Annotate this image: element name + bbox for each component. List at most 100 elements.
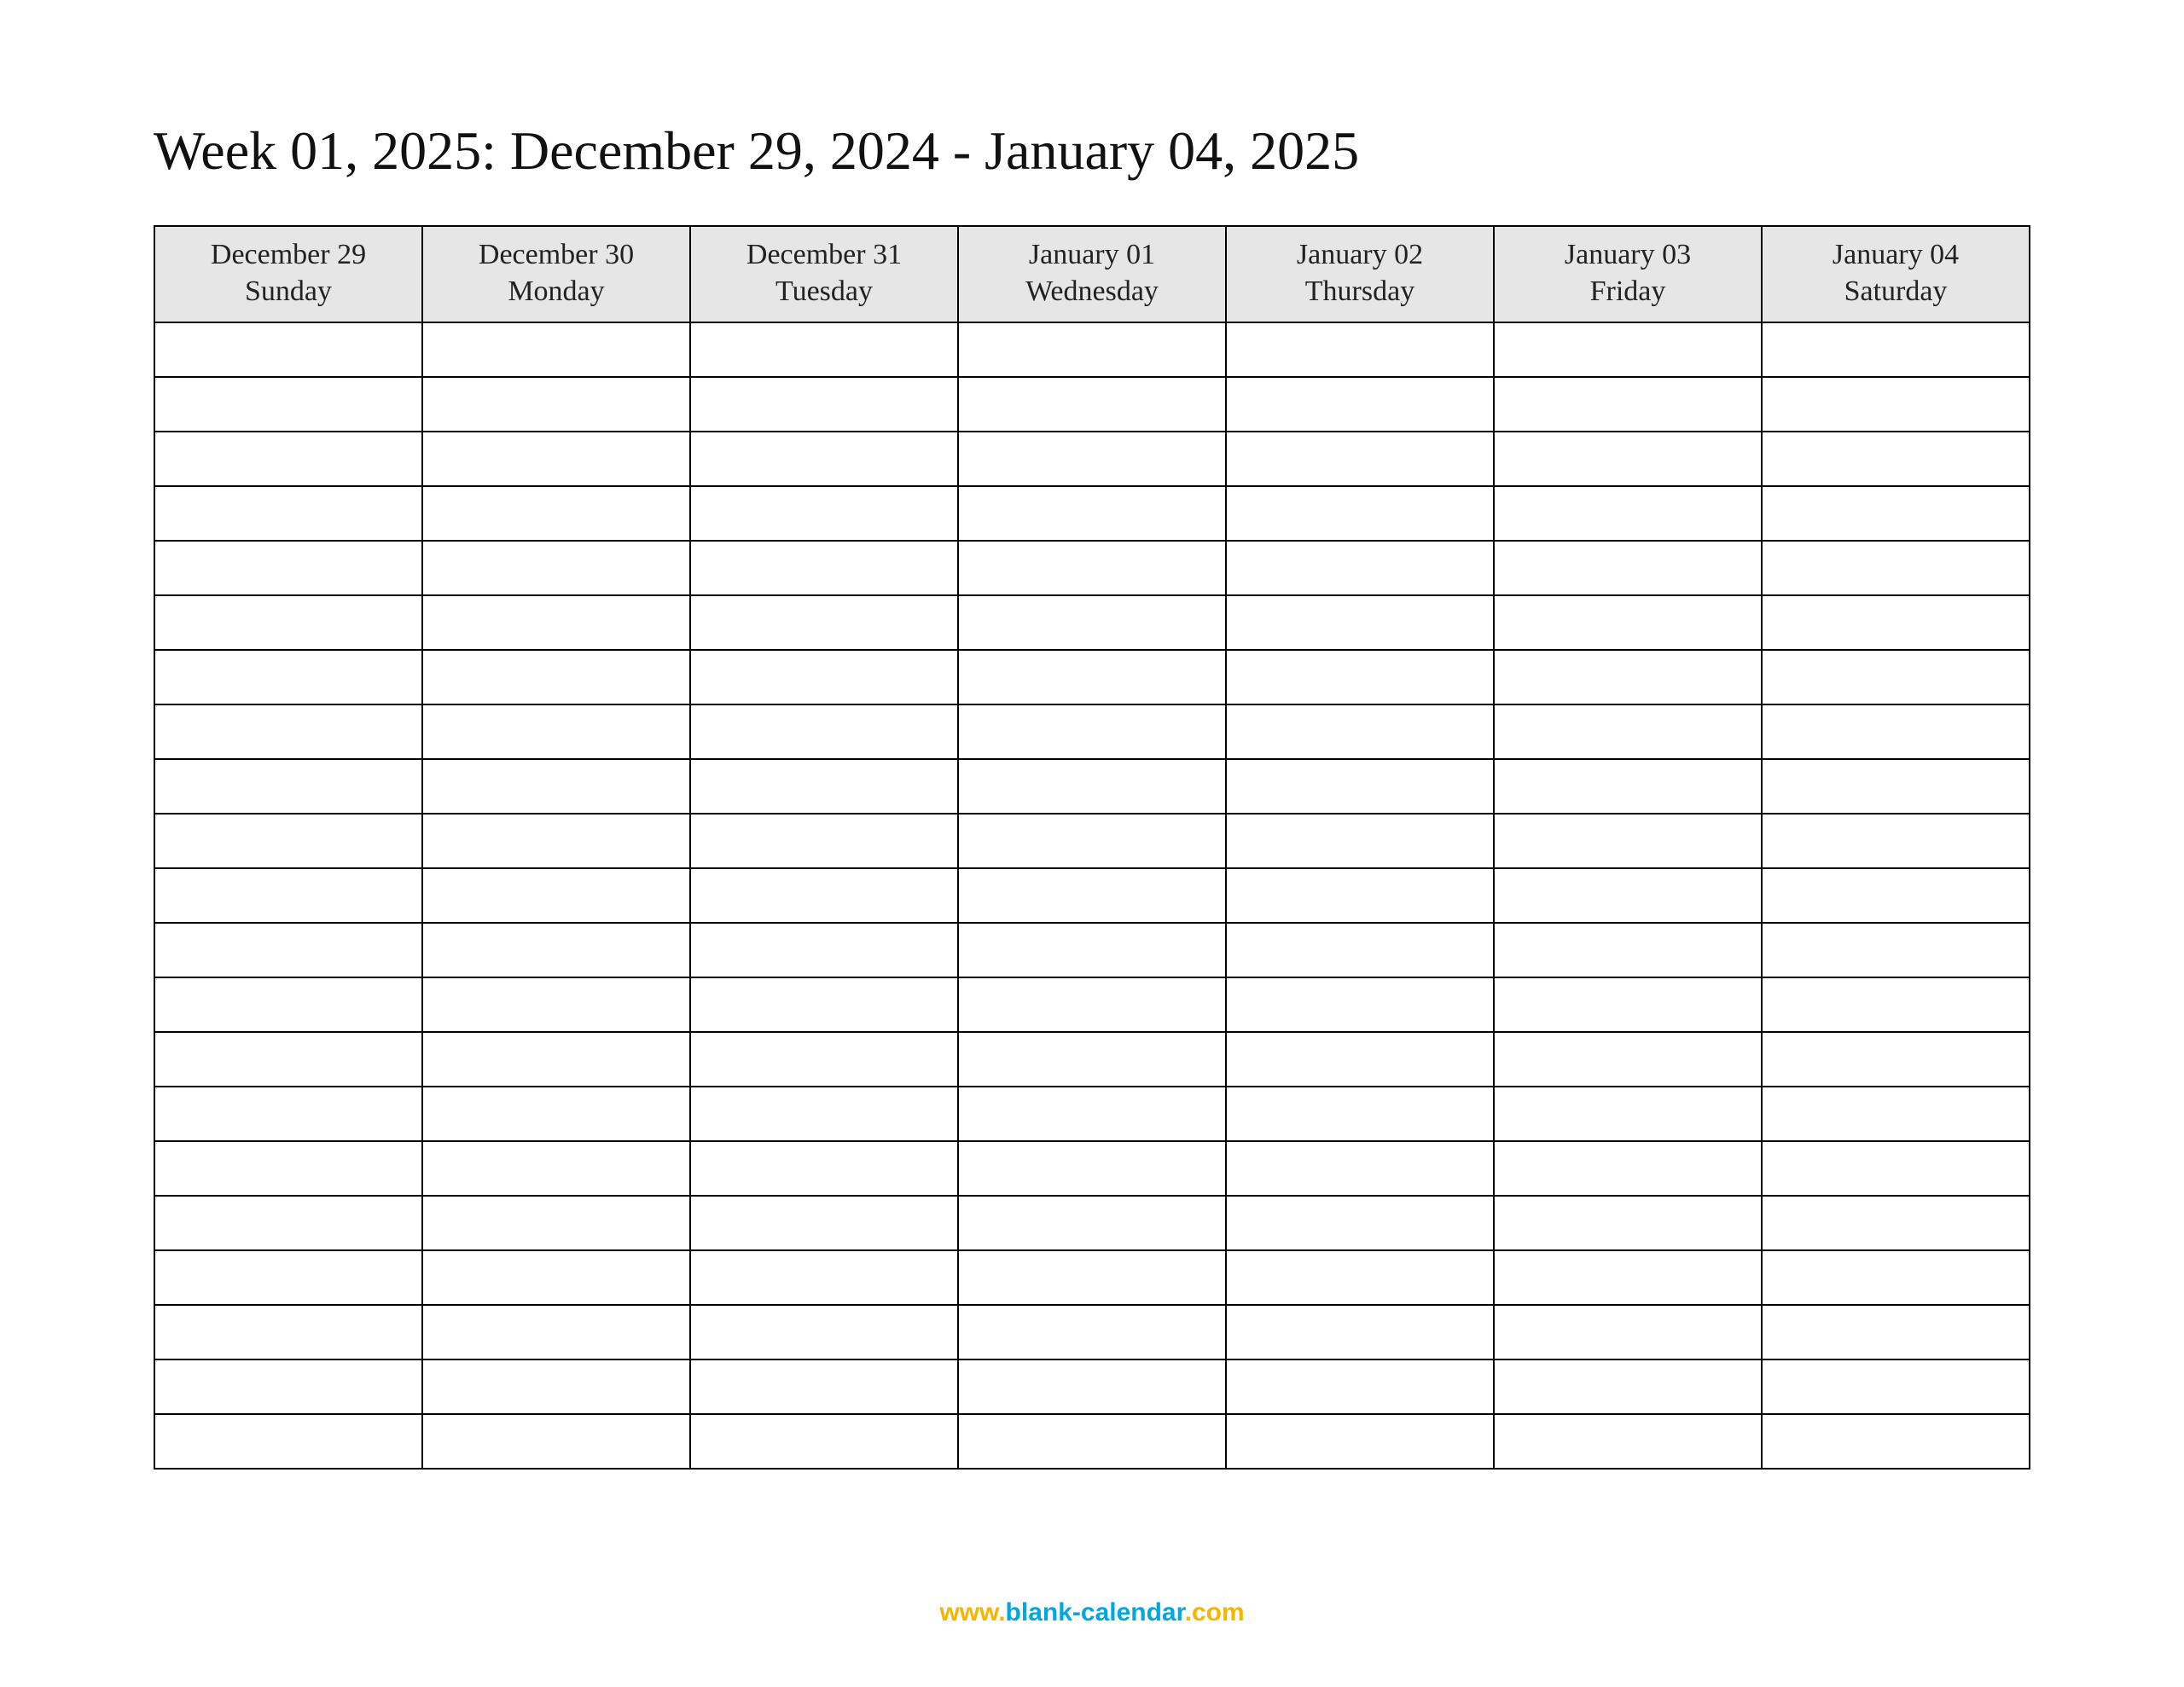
calendar-cell[interactable] <box>958 322 1226 377</box>
calendar-cell[interactable] <box>154 1359 422 1414</box>
calendar-cell[interactable] <box>1226 1087 1494 1141</box>
calendar-cell[interactable] <box>1226 759 1494 814</box>
calendar-cell[interactable] <box>690 1141 958 1196</box>
calendar-cell[interactable] <box>1494 977 1762 1032</box>
calendar-cell[interactable] <box>1226 814 1494 868</box>
calendar-cell[interactable] <box>958 432 1226 486</box>
calendar-cell[interactable] <box>1762 759 2030 814</box>
calendar-cell[interactable] <box>958 650 1226 704</box>
calendar-cell[interactable] <box>690 1087 958 1141</box>
calendar-cell[interactable] <box>154 432 422 486</box>
calendar-cell[interactable] <box>1762 541 2030 595</box>
calendar-cell[interactable] <box>1762 377 2030 432</box>
calendar-cell[interactable] <box>154 759 422 814</box>
calendar-cell[interactable] <box>1494 377 1762 432</box>
calendar-cell[interactable] <box>1226 1032 1494 1087</box>
calendar-cell[interactable] <box>690 595 958 650</box>
calendar-cell[interactable] <box>422 1141 690 1196</box>
calendar-cell[interactable] <box>958 923 1226 977</box>
calendar-cell[interactable] <box>1762 704 2030 759</box>
calendar-cell[interactable] <box>1226 1414 1494 1469</box>
calendar-cell[interactable] <box>154 977 422 1032</box>
calendar-cell[interactable] <box>1494 923 1762 977</box>
calendar-cell[interactable] <box>154 814 422 868</box>
calendar-cell[interactable] <box>958 1196 1226 1250</box>
calendar-cell[interactable] <box>1226 650 1494 704</box>
calendar-cell[interactable] <box>422 1305 690 1359</box>
calendar-cell[interactable] <box>958 1414 1226 1469</box>
calendar-cell[interactable] <box>154 868 422 923</box>
calendar-cell[interactable] <box>422 814 690 868</box>
calendar-cell[interactable] <box>1494 322 1762 377</box>
calendar-cell[interactable] <box>154 1032 422 1087</box>
calendar-cell[interactable] <box>958 1250 1226 1305</box>
calendar-cell[interactable] <box>1226 1250 1494 1305</box>
calendar-cell[interactable] <box>1762 432 2030 486</box>
calendar-cell[interactable] <box>1494 1250 1762 1305</box>
calendar-cell[interactable] <box>1226 1359 1494 1414</box>
calendar-cell[interactable] <box>1226 1196 1494 1250</box>
calendar-cell[interactable] <box>154 1305 422 1359</box>
calendar-cell[interactable] <box>958 486 1226 541</box>
calendar-cell[interactable] <box>422 1359 690 1414</box>
calendar-cell[interactable] <box>422 595 690 650</box>
calendar-cell[interactable] <box>154 541 422 595</box>
calendar-cell[interactable] <box>690 432 958 486</box>
calendar-cell[interactable] <box>958 1141 1226 1196</box>
calendar-cell[interactable] <box>1762 977 2030 1032</box>
calendar-cell[interactable] <box>1762 486 2030 541</box>
calendar-cell[interactable] <box>690 1196 958 1250</box>
calendar-cell[interactable] <box>690 541 958 595</box>
calendar-cell[interactable] <box>1494 541 1762 595</box>
calendar-cell[interactable] <box>154 1196 422 1250</box>
calendar-cell[interactable] <box>154 1250 422 1305</box>
calendar-cell[interactable] <box>690 650 958 704</box>
calendar-cell[interactable] <box>154 1141 422 1196</box>
calendar-cell[interactable] <box>422 868 690 923</box>
calendar-cell[interactable] <box>422 1250 690 1305</box>
calendar-cell[interactable] <box>1762 1359 2030 1414</box>
calendar-cell[interactable] <box>1762 923 2030 977</box>
calendar-cell[interactable] <box>690 1032 958 1087</box>
calendar-cell[interactable] <box>690 704 958 759</box>
calendar-cell[interactable] <box>1494 1196 1762 1250</box>
calendar-cell[interactable] <box>1494 486 1762 541</box>
calendar-cell[interactable] <box>422 977 690 1032</box>
calendar-cell[interactable] <box>1494 1087 1762 1141</box>
calendar-cell[interactable] <box>958 704 1226 759</box>
calendar-cell[interactable] <box>422 432 690 486</box>
calendar-cell[interactable] <box>1762 1087 2030 1141</box>
calendar-cell[interactable] <box>958 377 1226 432</box>
calendar-cell[interactable] <box>690 868 958 923</box>
calendar-cell[interactable] <box>154 486 422 541</box>
calendar-cell[interactable] <box>154 704 422 759</box>
calendar-cell[interactable] <box>958 759 1226 814</box>
calendar-cell[interactable] <box>154 1414 422 1469</box>
calendar-cell[interactable] <box>958 1359 1226 1414</box>
calendar-cell[interactable] <box>154 377 422 432</box>
calendar-cell[interactable] <box>1494 1414 1762 1469</box>
calendar-cell[interactable] <box>1226 1305 1494 1359</box>
calendar-cell[interactable] <box>1226 977 1494 1032</box>
calendar-cell[interactable] <box>1762 1032 2030 1087</box>
calendar-cell[interactable] <box>1226 486 1494 541</box>
calendar-cell[interactable] <box>690 322 958 377</box>
calendar-cell[interactable] <box>690 1305 958 1359</box>
calendar-cell[interactable] <box>422 704 690 759</box>
calendar-cell[interactable] <box>1494 1305 1762 1359</box>
calendar-cell[interactable] <box>1762 650 2030 704</box>
calendar-cell[interactable] <box>422 322 690 377</box>
calendar-cell[interactable] <box>1494 1032 1762 1087</box>
calendar-cell[interactable] <box>1762 1141 2030 1196</box>
calendar-cell[interactable] <box>422 759 690 814</box>
calendar-cell[interactable] <box>1226 868 1494 923</box>
calendar-cell[interactable] <box>1494 759 1762 814</box>
calendar-cell[interactable] <box>422 650 690 704</box>
calendar-cell[interactable] <box>1226 322 1494 377</box>
calendar-cell[interactable] <box>422 923 690 977</box>
calendar-cell[interactable] <box>690 1250 958 1305</box>
calendar-cell[interactable] <box>1762 1196 2030 1250</box>
calendar-cell[interactable] <box>1494 868 1762 923</box>
calendar-cell[interactable] <box>690 486 958 541</box>
calendar-cell[interactable] <box>1494 432 1762 486</box>
